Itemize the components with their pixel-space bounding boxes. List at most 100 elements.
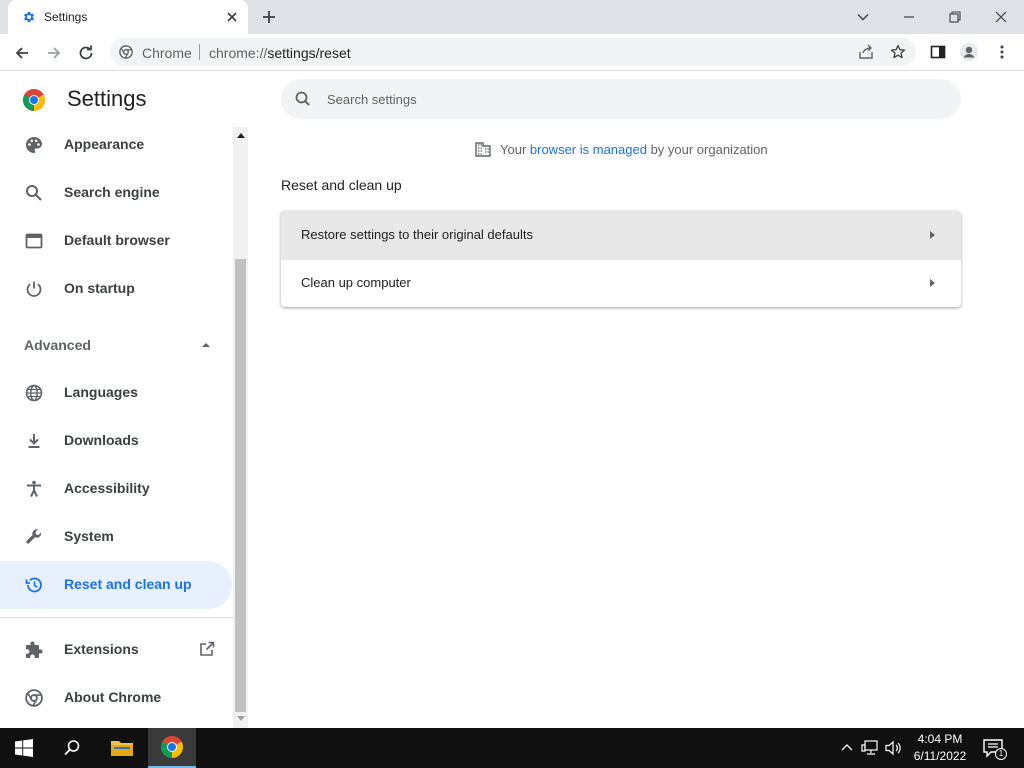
scroll-up-arrow[interactable] — [233, 127, 248, 142]
open-in-new-icon — [200, 641, 215, 656]
sidebar-item-extensions[interactable]: Extensions — [0, 626, 232, 674]
close-icon[interactable] — [224, 9, 240, 25]
taskbar-file-explorer[interactable] — [98, 728, 146, 768]
sidebar-item-appearance[interactable]: Appearance — [0, 121, 232, 169]
restore-icon — [949, 11, 961, 23]
forward-button[interactable] — [44, 43, 64, 63]
chrome-icon — [24, 688, 44, 708]
managed-notice: Your browser is managed by your organiza… — [474, 140, 768, 158]
sidebar-item-label: On startup — [64, 280, 135, 296]
profile-button[interactable] — [959, 42, 979, 62]
chrome-logo-icon — [161, 736, 183, 758]
caret-up-icon — [236, 132, 245, 138]
accessibility-icon — [24, 479, 44, 499]
taskbar-search-button[interactable] — [48, 728, 96, 768]
sidebar-item-label: Languages — [64, 384, 138, 400]
arrow-left-icon — [15, 47, 28, 59]
window-close-button[interactable] — [990, 6, 1012, 28]
minimize-button[interactable] — [898, 6, 920, 28]
managed-link[interactable]: browser is managed — [530, 142, 647, 157]
sidebar-item-label: Reset and clean up — [64, 576, 192, 592]
palette-icon — [24, 135, 44, 155]
restore-defaults-row[interactable]: Restore settings to their original defau… — [281, 211, 961, 259]
wrench-icon — [24, 527, 44, 547]
clean-up-computer-row[interactable]: Clean up computer — [281, 259, 961, 307]
advanced-section-toggle[interactable]: Advanced — [0, 325, 232, 365]
network-button[interactable] — [861, 739, 879, 757]
caret-right-icon — [930, 231, 935, 239]
share-button[interactable] — [856, 42, 876, 62]
caret-up-icon — [202, 343, 210, 347]
chevron-up-icon — [841, 744, 853, 751]
sidebar-item-languages[interactable]: Languages — [0, 369, 232, 417]
taskbar-chrome[interactable] — [148, 728, 196, 768]
network-icon — [861, 740, 878, 755]
sidebar-scrollbar[interactable] — [233, 127, 248, 728]
download-icon — [24, 431, 44, 451]
settings-page: Settings Appearance Search engine Defaul… — [0, 71, 1024, 728]
tab-title: Settings — [44, 10, 88, 24]
bookmark-button[interactable] — [888, 42, 908, 62]
settings-sidebar: Appearance Search engine Default browser… — [0, 121, 233, 728]
share-icon — [859, 44, 873, 59]
scroll-down-arrow[interactable] — [233, 711, 248, 726]
row-label: Clean up computer — [301, 275, 411, 290]
new-tab-button[interactable] — [260, 8, 278, 26]
search-icon — [24, 183, 44, 203]
clock-time: 4:04 PM — [917, 732, 963, 746]
back-button[interactable] — [12, 43, 32, 63]
settings-search[interactable] — [281, 79, 961, 119]
search-icon — [64, 740, 80, 756]
menu-button[interactable] — [992, 42, 1012, 62]
sidebar-item-system[interactable]: System — [0, 513, 232, 561]
side-panel-icon — [930, 45, 946, 59]
url-text: chrome://settings/reset — [209, 45, 351, 61]
tab-search-button[interactable] — [852, 6, 874, 28]
advanced-label: Advanced — [24, 337, 91, 353]
reset-card: Restore settings to their original defau… — [281, 211, 961, 307]
taskbar-clock[interactable]: 4:04 PM 6/11/2022 — [905, 731, 975, 765]
sidebar-item-label: Downloads — [64, 432, 139, 448]
gear-icon — [23, 11, 35, 23]
restore-button[interactable] — [944, 6, 966, 28]
reload-icon — [79, 45, 93, 60]
sidebar-item-accessibility[interactable]: Accessibility — [0, 465, 232, 513]
site-name: Chrome — [142, 45, 192, 61]
section-title: Reset and clean up — [281, 177, 402, 193]
address-bar[interactable]: Chrome chrome://settings/reset — [110, 38, 916, 66]
browser-window-icon — [24, 231, 44, 251]
profile-icon — [960, 43, 978, 61]
reload-button[interactable] — [76, 43, 96, 63]
tab-strip: Settings — [0, 0, 1024, 34]
sidebar-item-label: Search engine — [64, 184, 160, 200]
sidebar-item-default-browser[interactable]: Default browser — [0, 217, 232, 265]
tray-overflow-button[interactable] — [838, 739, 856, 757]
start-button[interactable] — [0, 728, 48, 768]
side-panel-button[interactable] — [928, 42, 948, 62]
volume-button[interactable] — [885, 739, 903, 757]
scroll-thumb[interactable] — [235, 259, 246, 712]
sidebar-item-reset-and-clean-up[interactable]: Reset and clean up — [0, 561, 232, 609]
sidebar-item-downloads[interactable]: Downloads — [0, 417, 232, 465]
row-label: Restore settings to their original defau… — [301, 227, 533, 242]
chrome-logo-icon — [23, 89, 45, 111]
sidebar-item-label: About Chrome — [64, 689, 162, 705]
url-host: chrome:// — [209, 45, 268, 61]
search-input[interactable] — [327, 89, 927, 109]
globe-icon — [24, 383, 44, 403]
tab-settings[interactable]: Settings — [8, 0, 248, 34]
notification-badge: 1 — [995, 748, 1007, 760]
chevron-down-icon — [857, 14, 869, 21]
omnibox-separator — [199, 44, 200, 60]
managed-prefix: Your — [500, 141, 530, 157]
history-icon — [24, 575, 44, 595]
windows-logo-icon — [15, 739, 33, 757]
sidebar-item-label: Default browser — [64, 232, 170, 248]
folder-icon — [111, 741, 133, 756]
sidebar-item-about-chrome[interactable]: About Chrome — [0, 674, 232, 722]
sidebar-item-search-engine[interactable]: Search engine — [0, 169, 232, 217]
sidebar-item-on-startup[interactable]: On startup — [0, 265, 232, 313]
speaker-icon — [885, 740, 901, 756]
puzzle-icon — [24, 640, 44, 660]
minimize-icon — [904, 16, 914, 18]
